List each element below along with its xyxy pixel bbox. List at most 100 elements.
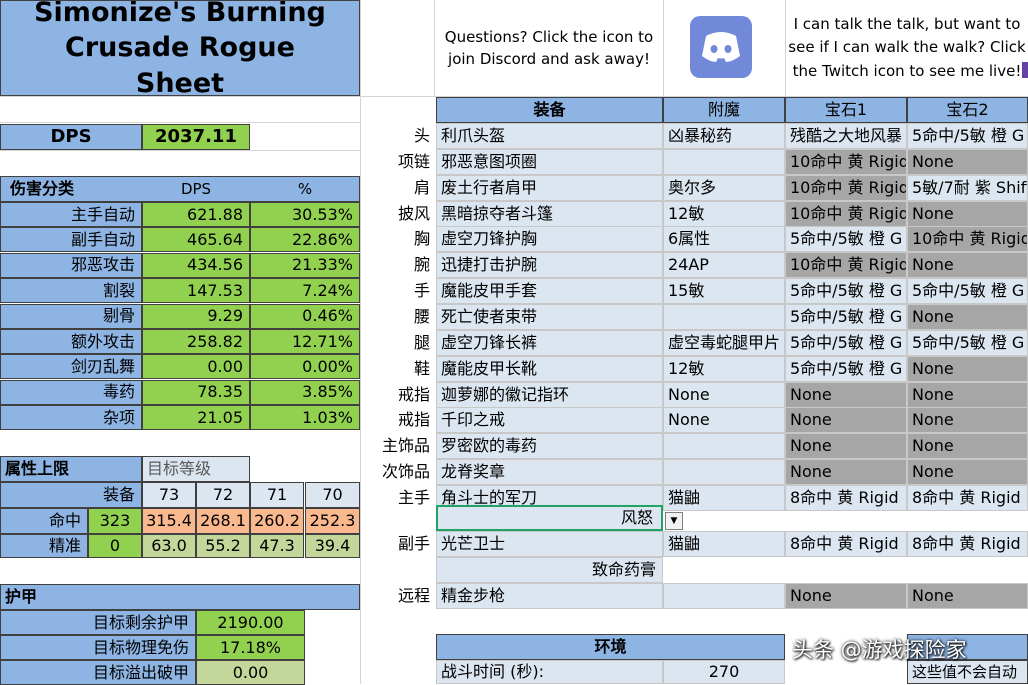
gear-item-ranged[interactable]: 精金步枪 [436, 583, 663, 609]
armor-row-value: 2190.00 [196, 610, 305, 635]
attr-header: 属性上限 [0, 456, 142, 482]
gear-enchant[interactable] [663, 303, 785, 330]
gear-slot: 主饰品 [381, 436, 430, 456]
gear-enchant-offhand[interactable]: 猫鼬 [663, 531, 785, 557]
gear-gem2[interactable]: None [907, 355, 1028, 382]
damage-row-name: 副手自动 [0, 227, 142, 253]
mainhand-imbue-value: 风怒 [620, 508, 653, 527]
gear-gem2[interactable]: None [907, 433, 1028, 460]
gear-enchant[interactable]: 猫鼬 [663, 484, 785, 511]
gear-gem2[interactable]: None [907, 303, 1028, 330]
gear-item[interactable]: 虚空刀锋长裤 [436, 329, 663, 356]
damage-row-dps: 147.53 [142, 278, 250, 304]
gear-item[interactable]: 魔能皮甲手套 [436, 278, 663, 305]
damage-row-name: 毒药 [0, 379, 142, 405]
gear-gem1-ranged[interactable]: None [785, 583, 907, 609]
gear-slot: 腿 [413, 332, 430, 352]
mainhand-imbue-cell[interactable]: 风怒 [436, 505, 663, 531]
twitch-icon[interactable] [1022, 62, 1028, 78]
gear-gem2[interactable]: 5敏/7耐 紫 Shift [907, 174, 1028, 201]
gear-gem1[interactable]: 10命中 黄 Rigid [785, 200, 907, 227]
gear-enchant[interactable]: 奥尔多 [663, 174, 785, 201]
gear-enchant[interactable] [663, 148, 785, 175]
gear-col-gem1: 宝石1 [785, 97, 907, 123]
gear-gem1[interactable]: None [785, 433, 907, 460]
gear-gem2-ranged[interactable]: None [907, 583, 1028, 609]
gear-enchant[interactable]: 虚空毒蛇腿甲片 [663, 329, 785, 356]
armor-header: 护甲 [0, 584, 360, 610]
gear-enchant[interactable] [663, 433, 785, 460]
damage-row-dps: 465.64 [142, 227, 250, 253]
gear-gem2[interactable]: 8命中 黄 Rigid [907, 484, 1028, 511]
gear-item[interactable]: 邪恶意图项圈 [436, 148, 663, 175]
gear-gem1[interactable]: 10命中 黄 Rigid [785, 174, 907, 201]
offhand-imbue-cell[interactable]: 致命药膏 [436, 557, 663, 583]
gear-slot: 戒指 [397, 410, 430, 430]
gear-gem1[interactable]: 8命中 黄 Rigid [785, 484, 907, 511]
dropdown-arrow-icon[interactable]: ▼ [665, 512, 683, 530]
gear-gem1[interactable]: 10命中 黄 Rigid [785, 148, 907, 175]
gear-gem1[interactable]: 5命中/5敏 橙 G [785, 355, 907, 382]
gear-gem1[interactable]: 残酷之大地风暴 [785, 123, 907, 149]
gear-gem2-offhand[interactable]: 8命中 黄 Rigid [907, 531, 1028, 557]
gear-item[interactable]: 死亡使者束带 [436, 303, 663, 330]
gear-enchant[interactable]: 12敏 [663, 200, 785, 227]
damage-row-dps: 258.82 [142, 329, 250, 354]
damage-row-dps: 21.05 [142, 405, 250, 431]
dps-value: 2037.11 [142, 124, 250, 150]
grid-line [0, 122, 360, 123]
gear-gem2[interactable]: None [907, 381, 1028, 408]
gear-item[interactable]: 利爪头盔 [436, 123, 663, 149]
gear-gem2[interactable]: 10命中 黄 Rigid [907, 226, 1028, 253]
gear-gem1-offhand[interactable]: 8命中 黄 Rigid [785, 531, 907, 557]
env-fight-time-value[interactable]: 270 [663, 660, 785, 684]
gear-gem1[interactable]: 10命中 黄 Rigid [785, 252, 907, 279]
gear-gem1[interactable]: 5命中/5敏 橙 G [785, 329, 907, 356]
gear-gem1[interactable]: None [785, 407, 907, 434]
gear-enchant[interactable]: 凶暴秘药 [663, 123, 785, 149]
gear-item[interactable]: 虚空刀锋护胸 [436, 226, 663, 253]
gear-gem2[interactable]: 5命中/5敏 橙 G [907, 123, 1028, 149]
gear-item[interactable]: 迅捷打击护腕 [436, 252, 663, 279]
damage-row-name: 额外攻击 [0, 329, 142, 354]
gear-gem2[interactable]: None [907, 459, 1028, 486]
gear-gem1[interactable]: 5命中/5敏 橙 G [785, 226, 907, 253]
gear-item[interactable]: 废土行者肩甲 [436, 174, 663, 201]
attr-target-label: 目标等级 [142, 456, 250, 482]
gear-enchant-ranged[interactable] [663, 583, 785, 609]
gear-gem2[interactable]: 5命中/5敏 橙 G [907, 278, 1028, 305]
discord-icon[interactable] [690, 16, 752, 78]
gear-gem1[interactable]: None [785, 459, 907, 486]
gear-gem2[interactable]: None [907, 200, 1028, 227]
gear-gem2[interactable]: None [907, 148, 1028, 175]
gear-enchant[interactable]: None [663, 381, 785, 408]
gear-item[interactable]: 罗密欧的毒药 [436, 433, 663, 460]
armor-row-label: 目标溢出破甲 [0, 660, 196, 685]
gear-col-gem2: 宝石2 [907, 97, 1028, 123]
gear-item[interactable]: 千印之戒 [436, 407, 663, 434]
gear-slot: 头 [413, 126, 430, 145]
gear-item[interactable]: 黑暗掠夺者斗篷 [436, 200, 663, 227]
gear-enchant[interactable]: 6属性 [663, 226, 785, 253]
gear-enchant[interactable] [663, 459, 785, 486]
gear-item[interactable]: 魔能皮甲长靴 [436, 355, 663, 382]
gear-item[interactable]: 龙脊奖章 [436, 459, 663, 486]
gear-gem1[interactable]: 5命中/5敏 橙 G [785, 303, 907, 330]
damage-row-pct: 0.00% [250, 354, 360, 380]
armor-row-value: 0.00 [196, 660, 305, 685]
gear-item-offhand[interactable]: 光芒卫士 [436, 531, 663, 557]
gear-gem1[interactable]: None [785, 381, 907, 408]
gear-gem1[interactable]: 5命中/5敏 橙 G [785, 278, 907, 305]
hit-cap-value: 315.4 [142, 508, 196, 534]
gear-item[interactable]: 迦萝娜的徽记指环 [436, 381, 663, 408]
gear-enchant[interactable]: 24AP [663, 252, 785, 279]
gear-enchant[interactable]: 15敏 [663, 278, 785, 305]
gear-enchant[interactable]: None [663, 407, 785, 434]
env-fight-time-label: 战斗时间 (秒): [436, 660, 663, 684]
armor-row-label: 目标物理免伤 [0, 635, 196, 660]
gear-gem2[interactable]: None [907, 407, 1028, 434]
hit-equip: 323 [88, 508, 142, 534]
gear-gem2[interactable]: None [907, 252, 1028, 279]
gear-gem2[interactable]: 5命中/5敏 橙 G [907, 329, 1028, 356]
gear-enchant[interactable]: 12敏 [663, 355, 785, 382]
